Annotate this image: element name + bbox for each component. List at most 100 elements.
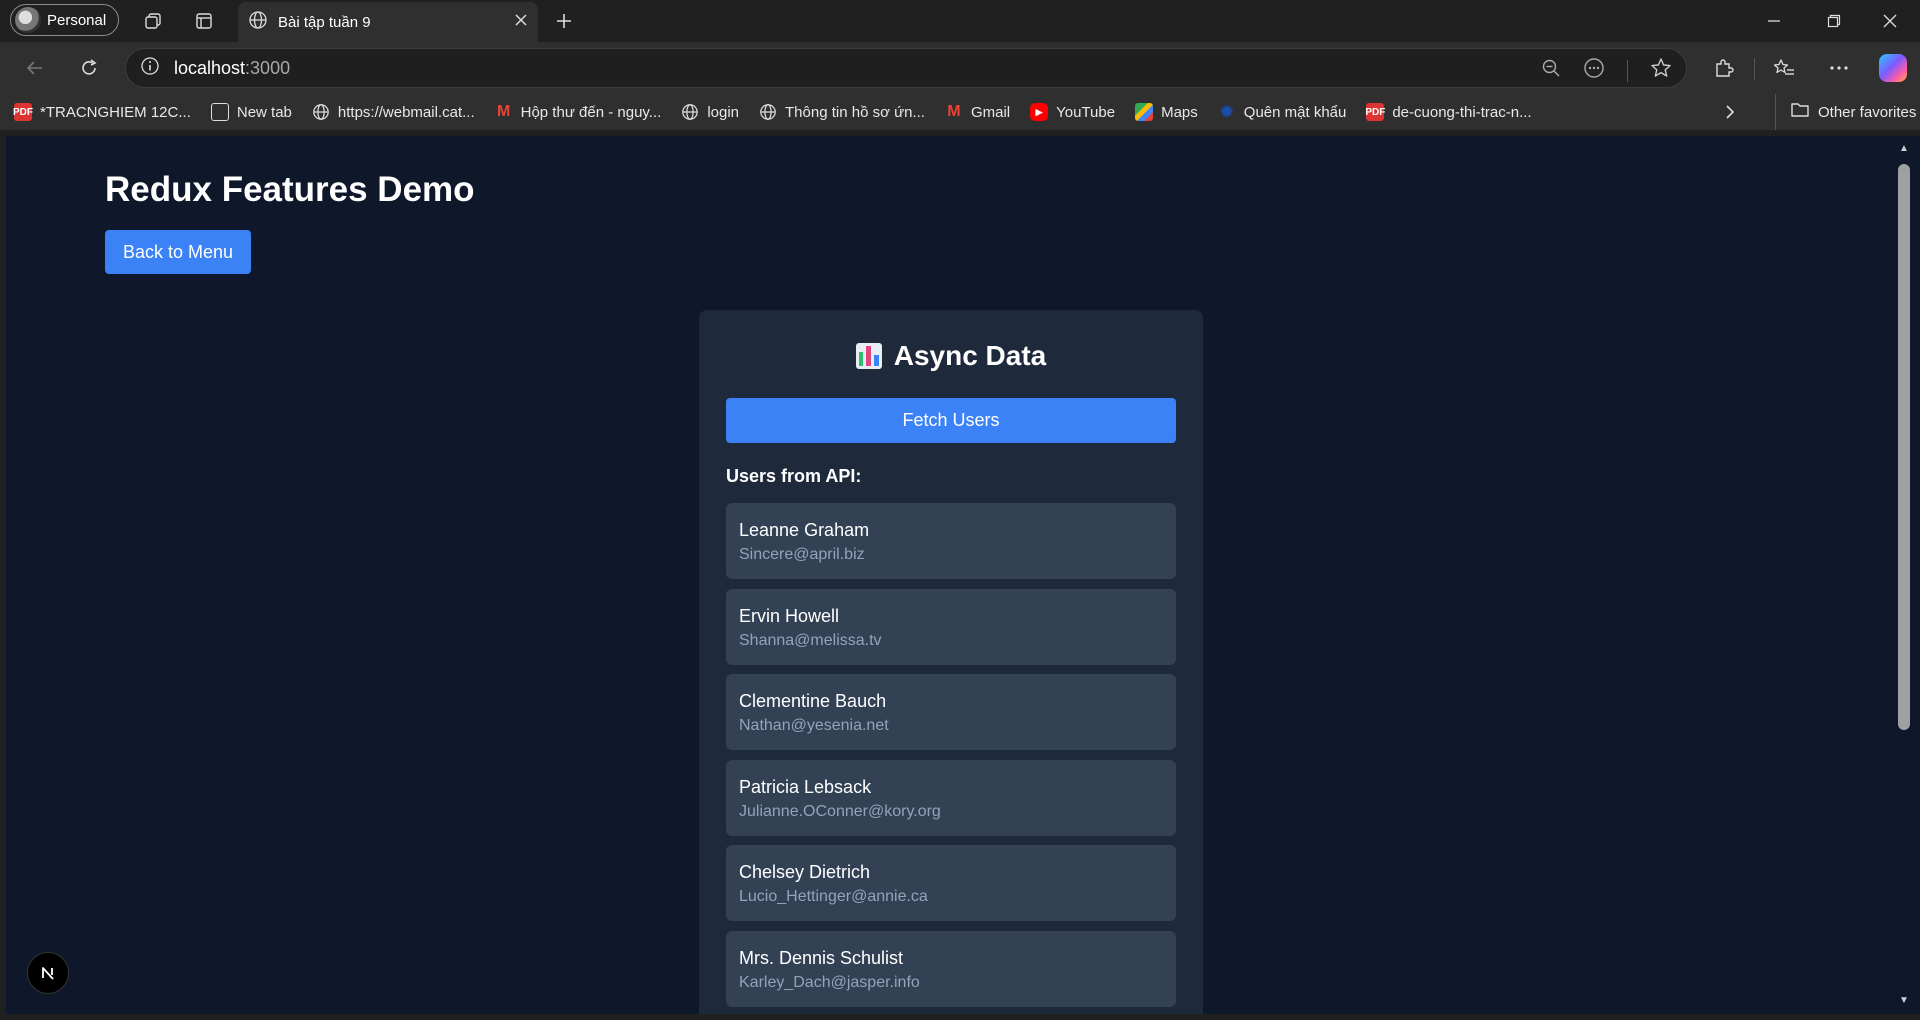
- scrollbar-thumb[interactable]: [1898, 164, 1910, 730]
- user-name: Leanne Graham: [739, 520, 870, 540]
- bookmark-item[interactable]: M Gmail: [945, 103, 1010, 121]
- new-tab-icon: [210, 103, 229, 121]
- site-info-icon[interactable]: [140, 56, 160, 81]
- users-heading: Users from API:: [726, 466, 862, 486]
- refresh-icon[interactable]: [75, 54, 103, 82]
- reading-mode-icon[interactable]: [1583, 57, 1605, 84]
- nextjs-dev-indicator-icon[interactable]: [27, 952, 69, 994]
- new-tab-plus-icon[interactable]: [551, 8, 577, 34]
- user-email: Lucio_Hettinger@annie.ca: [739, 888, 928, 905]
- bookmark-item[interactable]: Thông tin hồ sơ ứn...: [759, 103, 925, 121]
- card-title: Async Data: [699, 340, 1203, 372]
- window-close-icon[interactable]: [1862, 0, 1918, 42]
- youtube-icon: ▶: [1030, 103, 1049, 121]
- page-viewport: Redux Features Demo Back to Menu Async D…: [6, 136, 1900, 1014]
- globe-icon: [248, 10, 268, 34]
- bookmark-label: YouTube: [1056, 103, 1116, 121]
- globe-icon: [681, 103, 699, 121]
- bookmark-label: https://webmail.cat...: [337, 103, 475, 121]
- other-favorites-label: Other favorites: [1818, 103, 1917, 121]
- divider: [1754, 58, 1755, 80]
- navigation-bar: localhost:3000: [0, 42, 1920, 94]
- user-email: Sincere@april.biz: [739, 546, 865, 563]
- user-name: Ervin Howell: [739, 605, 840, 626]
- bookmark-item[interactable]: New tab: [210, 103, 292, 121]
- card-title-text: Async Data: [893, 340, 1047, 371]
- bookmark-label: Quên mật khẩu: [1243, 103, 1347, 121]
- copilot-logo: [1879, 54, 1907, 82]
- user-name: Chelsey Dietrich: [739, 862, 871, 882]
- bookmark-item[interactable]: PDF *TRACNGHIEM 12C...: [13, 103, 191, 121]
- bookmark-label: Maps: [1161, 103, 1198, 121]
- bookmark-item[interactable]: ▶ YouTube: [1030, 103, 1115, 121]
- user-email: Nathan@yesenia.net: [739, 717, 889, 734]
- list-item: Chelsey Dietrich Lucio_Hettinger@annie.c…: [726, 845, 1176, 921]
- bookmark-label: Hộp thư đến - nguy...: [520, 103, 662, 121]
- list-item: Ervin Howell Shanna@melissa.tv: [726, 588, 1176, 665]
- user-name: Mrs. Dennis Schulist: [739, 947, 904, 968]
- bookmark-item[interactable]: https://webmail.cat...: [312, 103, 475, 121]
- bookmark-item[interactable]: M Hộp thư đến - nguy...: [495, 103, 662, 121]
- user-list: Leanne Graham Sincere@april.biz Ervin Ho…: [726, 503, 1176, 1014]
- tab-active[interactable]: Bài tập tuần 9: [238, 2, 538, 42]
- list-item: Patricia Lebsack Julianne.OConner@kory.o…: [726, 759, 1176, 836]
- globe-icon: [312, 103, 330, 121]
- bookmark-label: *TRACNGHIEM 12C...: [40, 103, 191, 121]
- chevron-right-icon[interactable]: [1718, 100, 1742, 124]
- divider: [1627, 59, 1628, 82]
- bookmarks-bar: PDF *TRACNGHIEM 12C... New tab https://w…: [0, 94, 1920, 130]
- gmail-icon: M: [496, 103, 511, 120]
- maps-icon: [1135, 103, 1154, 121]
- restore-icon[interactable]: [1806, 0, 1862, 42]
- profile-label: Personal: [47, 11, 107, 29]
- vertical-tabs-icon[interactable]: [191, 8, 217, 34]
- bookmark-item[interactable]: PDF de-cuong-thi-trac-n...: [1365, 103, 1532, 121]
- profile-button[interactable]: Personal: [10, 4, 120, 36]
- favorites-icon[interactable]: [1770, 54, 1798, 82]
- fetch-users-button[interactable]: Fetch Users: [726, 398, 1176, 443]
- other-favorites[interactable]: Other favorites: [1775, 94, 1916, 130]
- pdf-icon: PDF: [1365, 103, 1385, 121]
- user-email: Karley_Dach@jasper.info: [739, 973, 920, 991]
- bar-chart-icon: [855, 343, 882, 369]
- bookmark-label: de-cuong-thi-trac-n...: [1392, 103, 1532, 121]
- extensions-icon[interactable]: [1710, 54, 1738, 82]
- pdf-icon: PDF: [13, 103, 33, 121]
- user-name: Patricia Lebsack: [739, 776, 872, 797]
- bookmark-label: Gmail: [970, 103, 1011, 121]
- list-item: Leanne Graham Sincere@april.biz: [726, 503, 1176, 579]
- tab-title: Bài tập tuần 9: [278, 13, 371, 31]
- bookmark-item[interactable]: login: [681, 103, 739, 121]
- workspaces-icon[interactable]: [140, 8, 166, 34]
- url-host: localhost: [174, 57, 246, 78]
- user-name: Clementine Bauch: [739, 691, 887, 711]
- minimize-icon[interactable]: [1746, 0, 1802, 42]
- more-options-icon[interactable]: [1825, 54, 1853, 82]
- user-email: Julianne.OConner@kory.org: [739, 802, 941, 820]
- async-data-card: Async Data Fetch Users Users from API: L…: [699, 310, 1203, 1014]
- gmail-icon: M: [947, 103, 961, 120]
- folder-icon: [1790, 101, 1810, 123]
- back-to-menu-button[interactable]: Back to Menu: [105, 230, 251, 274]
- bookmark-item[interactable]: ✹ Quên mật khẩu: [1218, 103, 1347, 122]
- url-text: localhost:3000: [174, 58, 290, 79]
- bookmark-label: New tab: [236, 103, 292, 121]
- bookmark-label: login: [707, 103, 740, 121]
- favorite-star-icon[interactable]: [1650, 57, 1672, 84]
- tab-strip: Personal Bài tập tuần 9: [0, 0, 1920, 42]
- gear-icon: ✹: [1220, 104, 1234, 121]
- back-arrow-icon[interactable]: [21, 54, 49, 82]
- address-bar[interactable]: localhost:3000: [125, 48, 1687, 88]
- scroll-up-arrow-icon[interactable]: ▲: [1898, 142, 1910, 154]
- page-title: Redux Features Demo: [105, 170, 475, 209]
- avatar: [15, 7, 41, 33]
- user-email: Shanna@melissa.tv: [739, 631, 882, 649]
- globe-icon: [759, 103, 777, 121]
- zoom-out-icon[interactable]: [1541, 58, 1561, 83]
- list-item: Mrs. Dennis Schulist Karley_Dach@jasper.…: [726, 930, 1176, 1007]
- bookmark-item[interactable]: Maps: [1135, 103, 1198, 121]
- bookmark-label: Thông tin hồ sơ ứn...: [785, 103, 925, 121]
- close-icon[interactable]: [514, 13, 528, 31]
- scroll-down-arrow-icon[interactable]: ▼: [1898, 994, 1910, 1006]
- copilot-icon[interactable]: [1879, 54, 1907, 82]
